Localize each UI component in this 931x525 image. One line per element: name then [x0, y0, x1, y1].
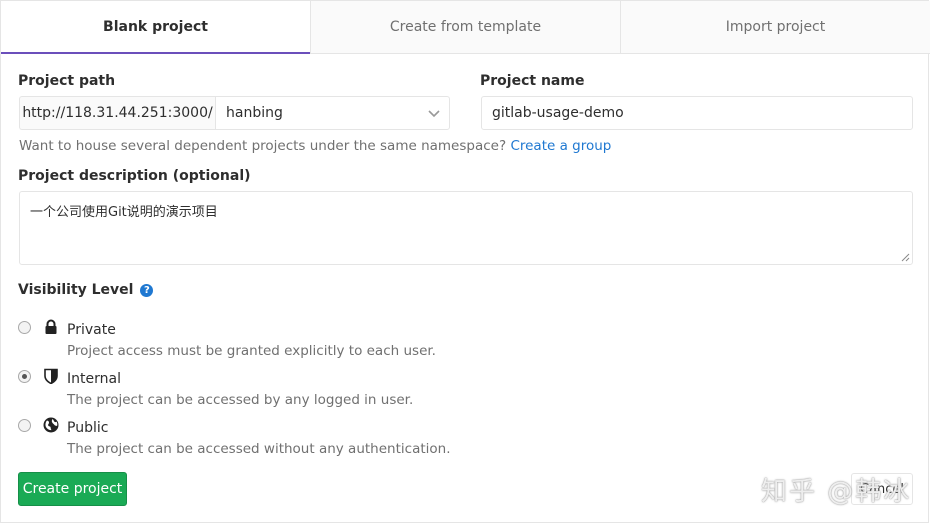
- chevron-down-icon: [428, 110, 440, 118]
- project-path-prefix: http://118.31.44.251:3000/: [19, 96, 215, 130]
- project-description-textarea[interactable]: 一个公司使用Git说明的演示项目: [19, 191, 913, 265]
- internal-description: The project can be accessed by any logge…: [67, 392, 414, 408]
- globe-icon: [43, 417, 59, 433]
- tab-blank-project[interactable]: Blank project: [1, 1, 311, 54]
- private-description: Project access must be granted explicitl…: [67, 343, 436, 359]
- internal-radio[interactable]: [18, 370, 31, 383]
- private-radio[interactable]: [18, 321, 31, 334]
- visibility-option-private[interactable]: Private Project access must be granted e…: [18, 319, 518, 364]
- project-path-label: Project path: [18, 73, 116, 89]
- visibility-option-internal[interactable]: Internal The project can be accessed by …: [18, 368, 518, 413]
- tab-create-from-template[interactable]: Create from template: [311, 1, 621, 53]
- visibility-level-label: Visibility Level: [18, 282, 134, 298]
- namespace-help-message: Want to house several dependent projects…: [19, 138, 507, 154]
- visibility-level-heading: Visibility Level ?: [18, 282, 154, 298]
- create-group-link[interactable]: Create a group: [510, 138, 611, 154]
- resize-handle-icon[interactable]: [900, 252, 910, 262]
- new-project-panel: Blank project Create from template Impor…: [0, 0, 930, 523]
- tab-import-project[interactable]: Import project: [621, 1, 930, 53]
- namespace-value: hanbing: [226, 105, 283, 121]
- lock-icon: [45, 319, 57, 334]
- project-description-value: 一个公司使用Git说明的演示项目: [30, 205, 218, 220]
- private-title: Private: [67, 322, 116, 338]
- question-icon[interactable]: ?: [140, 284, 154, 297]
- namespace-select[interactable]: hanbing: [215, 96, 450, 130]
- create-project-button[interactable]: Create project: [18, 472, 127, 506]
- watermark: 知乎 @韩冰: [761, 477, 912, 507]
- project-name-label: Project name: [480, 73, 585, 89]
- shield-icon: [44, 368, 58, 384]
- namespace-help-text: Want to house several dependent projects…: [19, 138, 611, 154]
- internal-title: Internal: [67, 371, 121, 387]
- visibility-option-public[interactable]: Public The project can be accessed witho…: [18, 417, 518, 462]
- public-title: Public: [67, 420, 109, 436]
- public-description: The project can be accessed without any …: [67, 441, 451, 457]
- public-radio[interactable]: [18, 419, 31, 432]
- project-source-tabs: Blank project Create from template Impor…: [1, 1, 930, 54]
- project-name-input[interactable]: gitlab-usage-demo: [481, 96, 913, 130]
- project-description-label: Project description (optional): [18, 168, 251, 184]
